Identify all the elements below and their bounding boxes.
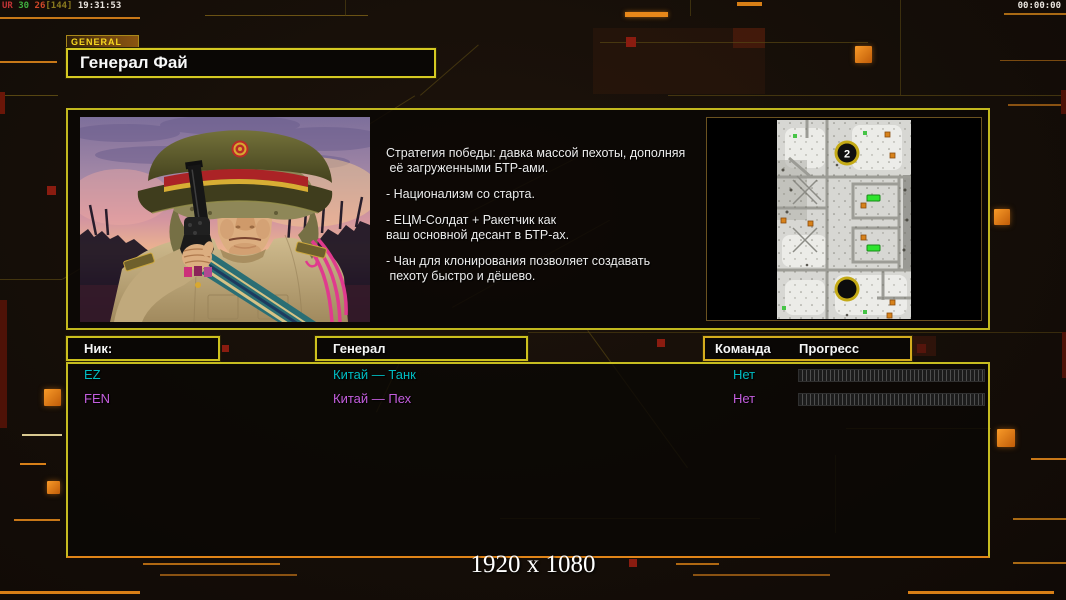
strategy-line	[386, 243, 716, 254]
debug-segment: [144]	[45, 1, 78, 11]
debug-segment: 26	[35, 1, 46, 11]
strategy-line: пехоту быстро и дёшево.	[386, 269, 716, 284]
resolution-label: 1920 x 1080	[0, 551, 1066, 579]
minimap-start-position-top: 2	[835, 141, 860, 166]
debug-segment: UR	[2, 1, 18, 11]
player-nick: FEN	[84, 391, 110, 407]
progress-bar	[798, 393, 985, 406]
strategy-line: - Чан для клонирования позволяет создава…	[386, 254, 716, 269]
strategy-line: - Национализм со старта.	[386, 187, 716, 202]
progress-bar	[798, 369, 985, 382]
strategy-line: Стратегия победы: давка массой пехоты, д…	[386, 146, 716, 161]
page-title: Генерал Фай	[68, 50, 434, 75]
progress-header-label: Прогресс	[799, 338, 859, 359]
player-nick: EZ	[84, 367, 101, 383]
general-portrait	[80, 117, 370, 322]
debug-segment: 30	[18, 1, 34, 11]
general-title-box: Генерал Фай	[66, 48, 436, 78]
strategy-line: её загруженными БТР-ами.	[386, 161, 716, 176]
general-header-label: Генерал	[333, 341, 385, 356]
player-general: Китай — Танк	[333, 367, 416, 383]
roster-row-1: EZ Китай — Танк Нет	[0, 367, 1066, 385]
debug-stats-text: UR 30 26[144] 19:31:53	[2, 1, 121, 11]
match-timer: 00:00:00	[1018, 1, 1061, 11]
minimap-start-position-bottom	[835, 277, 860, 302]
loading-screen: UR 30 26[144] 19:31:53 00:00:00 GENERAL …	[0, 0, 1066, 600]
player-team: Нет	[733, 367, 755, 383]
roster-row-2: FEN Китай — Пех Нет	[0, 391, 1066, 409]
tab-general[interactable]: GENERAL	[66, 35, 139, 48]
minimap-image: 2	[777, 120, 911, 319]
player-general: Китай — Пех	[333, 391, 411, 407]
strategy-line	[386, 176, 716, 187]
column-header-general: Генерал	[315, 336, 528, 361]
strategy-text: Стратегия победы: давка массой пехоты, д…	[386, 146, 716, 284]
strategy-line	[386, 202, 716, 213]
debug-segment: 19:31:53	[78, 1, 121, 11]
general-portrait-image	[80, 117, 370, 322]
strategy-line: - ЕЦМ-Солдат + Ракетчик как	[386, 213, 716, 228]
player-team: Нет	[733, 391, 755, 407]
svg-text:2: 2	[844, 149, 850, 161]
strategy-line: ваш основной десант в БТР-ах.	[386, 228, 716, 243]
nick-header-label: Ник:	[84, 341, 112, 356]
column-header-nick: Ник:	[66, 336, 220, 361]
team-header-label: Команда	[715, 338, 771, 359]
minimap-frame: 2	[706, 117, 982, 321]
column-header-team-progress: Команда Прогресс	[703, 336, 912, 361]
